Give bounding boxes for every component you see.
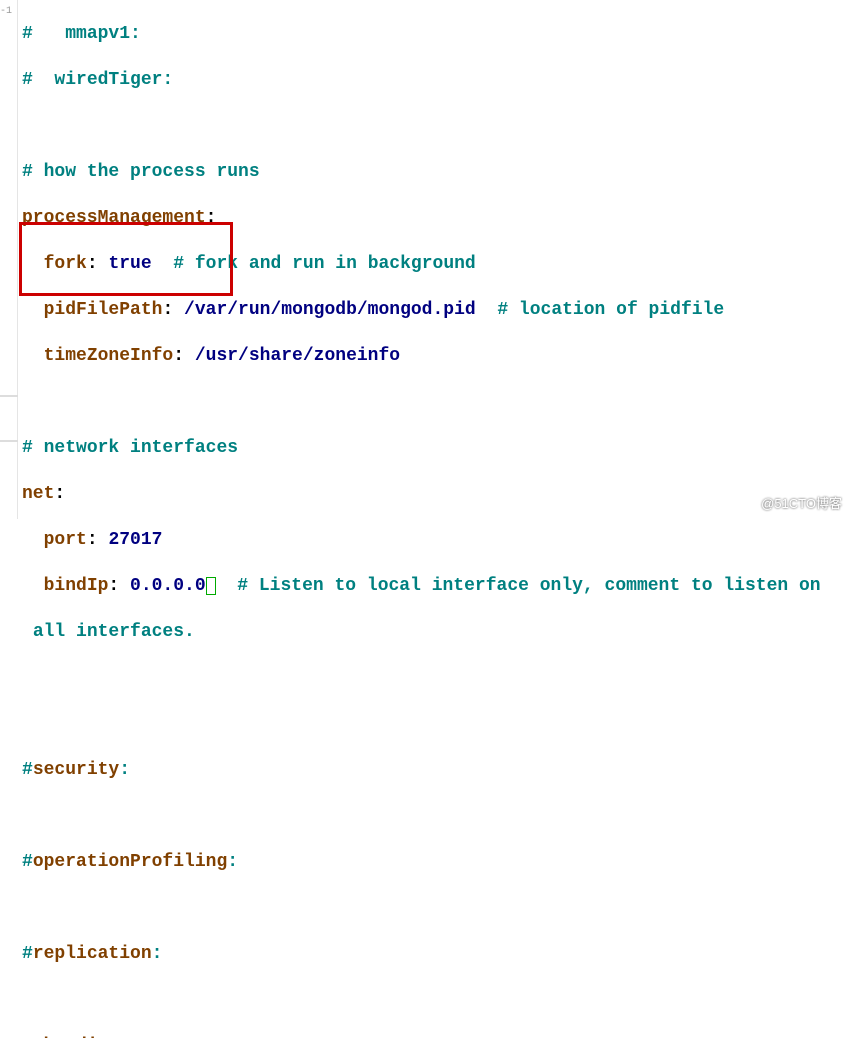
code-line: #sharding:: [22, 1035, 850, 1038]
code-line: # mmapv1:: [22, 23, 850, 46]
code-line: [22, 391, 850, 414]
code-line: all interfaces.: [22, 621, 850, 644]
code-line: port: 27017: [22, 529, 850, 552]
code-line: [22, 897, 850, 920]
code-line: [22, 115, 850, 138]
editor-gutter: -1: [0, 0, 18, 519]
code-line: [22, 713, 850, 736]
text-cursor: [206, 577, 216, 595]
code-line: #operationProfiling:: [22, 851, 850, 874]
code-line: fork: true # fork and run in background: [22, 253, 850, 276]
code-line: [22, 805, 850, 828]
code-line: bindIp: 0.0.0.0 # Listen to local interf…: [22, 575, 850, 598]
code-line: # how the process runs: [22, 161, 850, 184]
code-editor[interactable]: # mmapv1: # wiredTiger: # how the proces…: [22, 0, 850, 1038]
gutter-mark: [0, 440, 18, 442]
code-line: [22, 667, 850, 690]
code-line: # wiredTiger:: [22, 69, 850, 92]
code-line: # network interfaces: [22, 437, 850, 460]
code-line: #security:: [22, 759, 850, 782]
code-line: [22, 989, 850, 1012]
code-line: pidFilePath: /var/run/mongodb/mongod.pid…: [22, 299, 850, 322]
watermark: @51CTO博客: [761, 492, 842, 515]
code-line: processManagement:: [22, 207, 850, 230]
code-line: #replication:: [22, 943, 850, 966]
gutter-mark: [0, 395, 18, 397]
code-line: timeZoneInfo: /usr/share/zoneinfo: [22, 345, 850, 368]
code-line: net:: [22, 483, 850, 506]
gutter-label: -1: [0, 0, 12, 23]
